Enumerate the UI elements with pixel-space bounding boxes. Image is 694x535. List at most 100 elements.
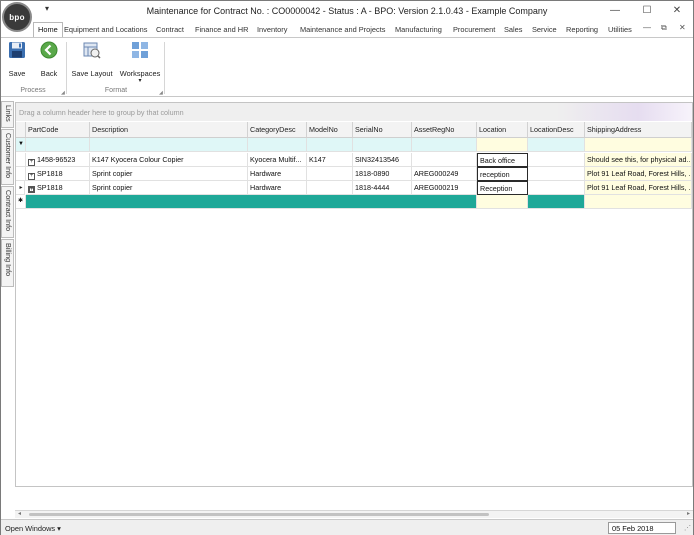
- sidetab-contract-info[interactable]: Contract Info: [1, 186, 14, 238]
- expand-icon[interactable]: +: [28, 173, 35, 180]
- group-by-panel[interactable]: Drag a column header here to group by th…: [16, 103, 692, 121]
- table-cell[interactable]: [307, 181, 353, 195]
- ribbon-close-button[interactable]: ✕: [679, 23, 686, 32]
- table-cell[interactable]: + SP1818: [26, 181, 90, 195]
- ribbon-minimize-button[interactable]: —: [643, 23, 651, 32]
- table-cell[interactable]: Reception: [477, 181, 528, 195]
- sidetab-links[interactable]: Links: [1, 101, 14, 128]
- tab-sales[interactable]: Sales: [504, 23, 523, 37]
- filter-cell[interactable]: [528, 138, 585, 152]
- expand-icon[interactable]: +: [28, 159, 35, 166]
- sidetab-customer-info[interactable]: Customer Info: [1, 129, 14, 185]
- save-button[interactable]: Save: [6, 41, 28, 78]
- process-group-label: Process: [20, 87, 46, 94]
- scroll-thumb[interactable]: [29, 513, 489, 516]
- save-layout-button[interactable]: Save Layout: [70, 41, 114, 78]
- tab-finance-and-hr[interactable]: Finance and HR: [195, 23, 248, 37]
- filter-cell[interactable]: [90, 138, 248, 152]
- table-cell[interactable]: +1458-96523: [26, 153, 90, 167]
- table-cell[interactable]: K147: [307, 153, 353, 167]
- tab-home[interactable]: Home: [33, 22, 63, 38]
- table-cell[interactable]: Sprint copier: [90, 181, 248, 195]
- filter-cell[interactable]: [353, 138, 412, 152]
- tab-inventory[interactable]: Inventory: [257, 23, 287, 37]
- table-cell[interactable]: Kyocera Multif...: [248, 153, 307, 167]
- tab-manufacturing[interactable]: Manufacturing: [395, 23, 442, 37]
- table-cell[interactable]: [528, 153, 585, 167]
- table-cell[interactable]: Plot 91 Leaf Road, Forest Hills, ...: [585, 181, 692, 195]
- back-button[interactable]: Back: [37, 41, 61, 78]
- column-header-locationdesc[interactable]: LocationDesc: [528, 122, 585, 138]
- tab-utilities[interactable]: Utilities: [608, 23, 632, 37]
- date-field[interactable]: 05 Feb 2018: [608, 522, 676, 534]
- table-cell[interactable]: [412, 153, 477, 167]
- tab-procurement[interactable]: Procurement: [453, 23, 495, 37]
- filter-cell[interactable]: [26, 138, 90, 152]
- column-header-shippingaddress[interactable]: ShippingAddress: [585, 122, 692, 138]
- table-cell[interactable]: reception: [477, 167, 528, 181]
- tab-maintenance-and-projects[interactable]: Maintenance and Projects: [300, 23, 385, 37]
- tab-contract[interactable]: Contract: [156, 23, 184, 37]
- new-row-cell[interactable]: [26, 195, 477, 209]
- scroll-left-icon[interactable]: ◂: [18, 510, 21, 517]
- new-row-indicator[interactable]: ✱: [16, 195, 26, 209]
- filter-cell[interactable]: [412, 138, 477, 152]
- table-cell[interactable]: K147 Kyocera Colour Copier: [90, 153, 248, 167]
- row-indicator[interactable]: [16, 167, 26, 181]
- workspaces-button[interactable]: Workspaces ▾: [118, 41, 162, 84]
- column-header-categorydesc[interactable]: CategoryDesc: [248, 122, 307, 138]
- maximize-button[interactable]: ☐: [633, 3, 661, 19]
- ribbon-separator: [164, 42, 165, 94]
- filter-cell[interactable]: [307, 138, 353, 152]
- table-cell[interactable]: AREG000219: [412, 181, 477, 195]
- table-cell[interactable]: [528, 167, 585, 181]
- table-cell[interactable]: 1818-4444: [353, 181, 412, 195]
- tab-service[interactable]: Service: [532, 23, 557, 37]
- table-cell[interactable]: Hardware: [248, 181, 307, 195]
- column-header-partcode[interactable]: PartCode: [26, 122, 90, 138]
- filter-cell[interactable]: [477, 138, 528, 152]
- table-cell[interactable]: [528, 181, 585, 195]
- table-cell[interactable]: [307, 167, 353, 181]
- app-logo[interactable]: bpo: [2, 2, 32, 32]
- table-cell[interactable]: Should see this, for physical ad...: [585, 153, 692, 167]
- process-launcher-icon[interactable]: ◢: [61, 90, 65, 96]
- format-group-label: Format: [104, 87, 128, 94]
- sidetab-billing-info[interactable]: Billing Info: [1, 239, 14, 287]
- table-cell[interactable]: Sprint copier: [90, 167, 248, 181]
- new-row-cell[interactable]: [528, 195, 585, 209]
- table-cell[interactable]: Plot 91 Leaf Road, Forest Hills, ...: [585, 167, 692, 181]
- row-indicator[interactable]: [16, 153, 26, 167]
- tab-equipment-and-locations[interactable]: Equipment and Locations: [64, 23, 147, 37]
- tab-reporting[interactable]: Reporting: [566, 23, 598, 37]
- column-header-serialno[interactable]: SerialNo: [353, 122, 412, 138]
- expand-icon[interactable]: +: [28, 186, 35, 193]
- column-header-description[interactable]: Description: [90, 122, 248, 138]
- new-row-cell[interactable]: [585, 195, 692, 209]
- resize-grip-icon[interactable]: ⋰: [684, 524, 691, 532]
- table-cell[interactable]: Hardware: [248, 167, 307, 181]
- equipment-grid: Drag a column header here to group by th…: [15, 102, 693, 487]
- table-cell[interactable]: 1818-0890: [353, 167, 412, 181]
- open-windows-button[interactable]: Open Windows ▾: [5, 524, 61, 533]
- current-row-indicator[interactable]: ▸: [16, 181, 25, 195]
- format-launcher-icon[interactable]: ◢: [159, 90, 163, 96]
- save-layout-icon: [83, 42, 101, 59]
- new-row-cell[interactable]: [477, 195, 528, 209]
- floppy-disk-icon: [9, 42, 25, 58]
- filter-cell[interactable]: [248, 138, 307, 152]
- column-header-assetregno[interactable]: AssetRegNo: [412, 122, 477, 138]
- table-cell[interactable]: + SP1818: [26, 167, 90, 181]
- filter-cell[interactable]: [585, 138, 692, 152]
- table-cell[interactable]: AREG000249: [412, 167, 477, 181]
- horizontal-scrollbar[interactable]: ◂ ▸: [15, 510, 693, 518]
- minimize-button[interactable]: —: [601, 3, 629, 19]
- close-button[interactable]: ✕: [663, 3, 691, 19]
- ribbon-restore-button[interactable]: ⧉: [661, 23, 667, 33]
- column-header-location[interactable]: Location: [477, 122, 528, 138]
- table-cell[interactable]: SIN32413546: [353, 153, 412, 167]
- filter-icon[interactable]: ▼: [16, 138, 26, 152]
- scroll-right-icon[interactable]: ▸: [687, 510, 690, 517]
- table-cell[interactable]: Back office: [477, 153, 528, 167]
- column-header-modelno[interactable]: ModelNo: [307, 122, 353, 138]
